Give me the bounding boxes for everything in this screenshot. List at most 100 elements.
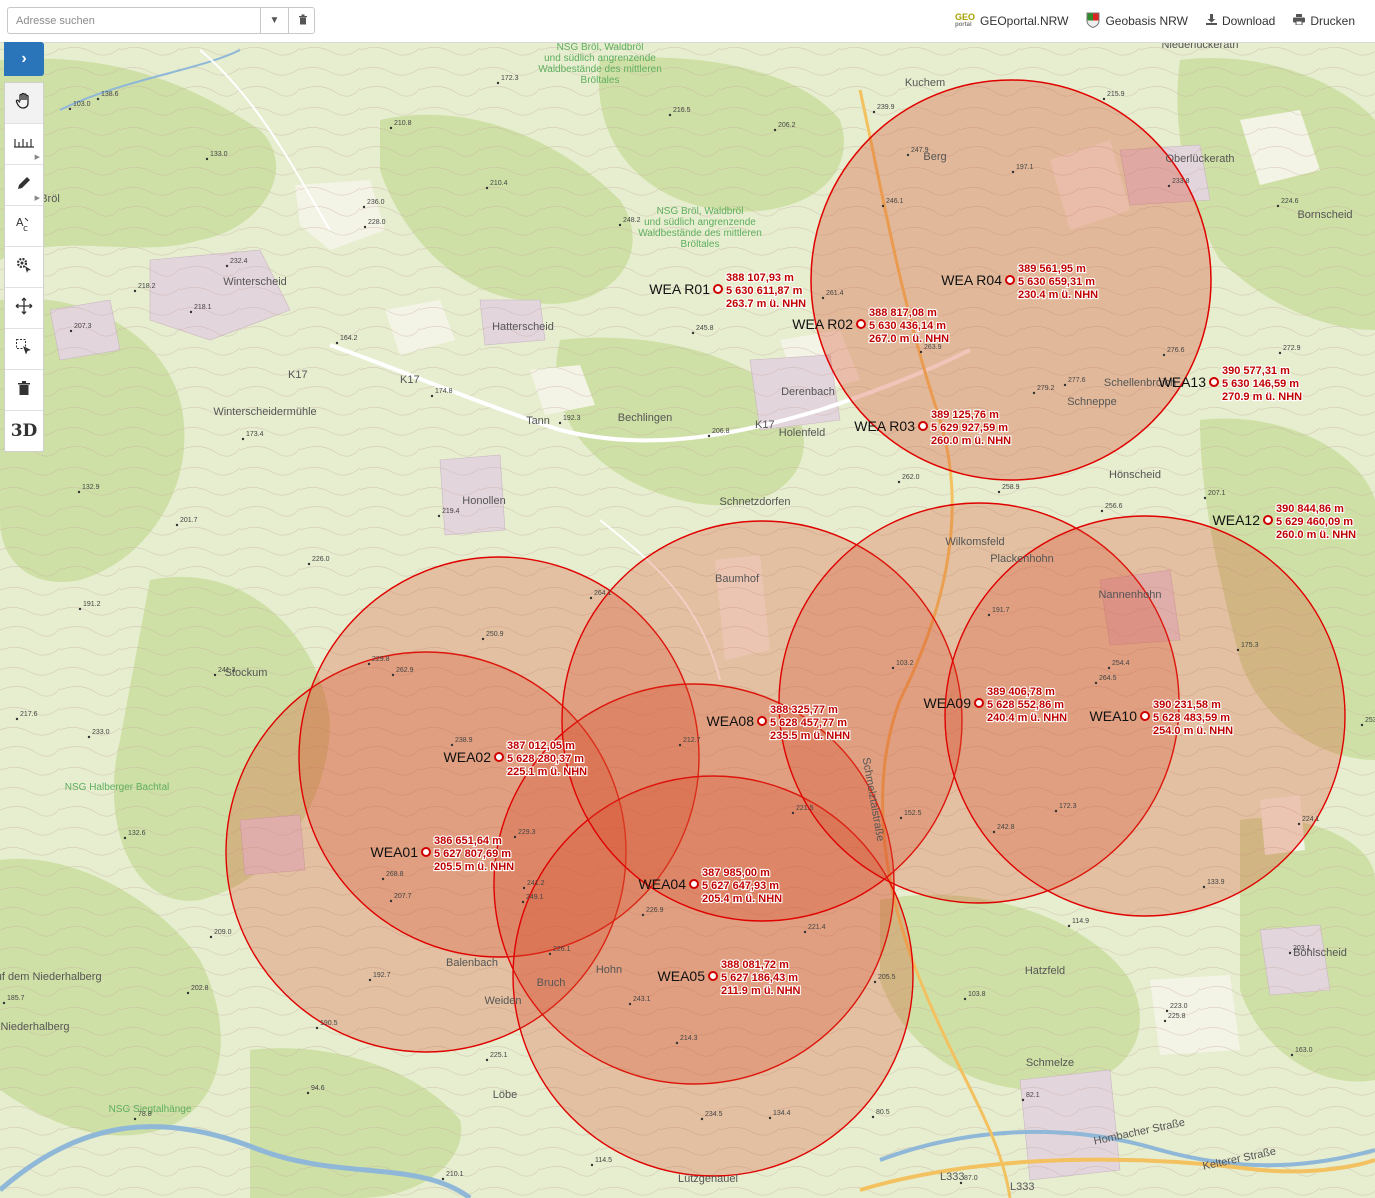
- turbine-marker-icon[interactable]: [1263, 515, 1273, 525]
- spot-height-label: 221.4: [808, 924, 826, 931]
- spot-height-dot: [997, 490, 1001, 494]
- place-label: Balenbach: [446, 957, 498, 969]
- geobasis-link-label: Geobasis NRW: [1105, 14, 1188, 28]
- place-label: Niederhalberg: [0, 1021, 69, 1033]
- pencil-icon: [16, 175, 32, 195]
- move-icon: [15, 297, 33, 319]
- road-number: K17: [400, 374, 420, 386]
- turbine-y-coord: 5 628 483,59 m: [1153, 712, 1230, 724]
- spot-height-label: 262.0: [902, 474, 920, 481]
- spot-height-label: 226.1: [553, 946, 571, 953]
- spot-height-dot: [1288, 951, 1292, 955]
- select-tool[interactable]: [5, 329, 43, 370]
- road-number: K17: [755, 419, 775, 431]
- settings-tool[interactable]: [5, 247, 43, 288]
- spot-height-dot: [391, 673, 395, 677]
- spot-height-label: 276.6: [1167, 347, 1185, 354]
- label-tool[interactable]: Ac: [5, 206, 43, 247]
- turbine-marker-icon[interactable]: [713, 284, 723, 294]
- map-canvas[interactable]: Winterscheid Hatterscheid Bechlingen Derenb…: [0, 42, 1375, 1198]
- spot-height-label: 253.1: [1365, 717, 1375, 724]
- place-label: Löbe: [493, 1089, 517, 1101]
- turbine-marker-icon[interactable]: [1140, 711, 1150, 721]
- turbine-marker-icon[interactable]: [918, 421, 928, 431]
- spot-height-label: 261.4: [826, 290, 844, 297]
- address-search-input[interactable]: [8, 8, 260, 33]
- spot-height-label: 207.3: [74, 323, 92, 330]
- expand-panel-button[interactable]: ›: [4, 42, 44, 76]
- place-label: Schnetzdorfen: [720, 496, 791, 508]
- spot-height-label: 226.9: [646, 907, 664, 914]
- print-link[interactable]: Drucken: [1293, 14, 1355, 28]
- turbine-name: WEA13: [1159, 374, 1207, 390]
- svg-text:c: c: [23, 224, 28, 233]
- turbine-marker-icon[interactable]: [689, 879, 699, 889]
- map-svg[interactable]: Winterscheid Hatterscheid Bechlingen Derenb…: [0, 42, 1375, 1198]
- spot-height-label: 221.5: [796, 805, 814, 812]
- 3d-tool[interactable]: 3D: [5, 411, 43, 451]
- spot-height-dot: [175, 523, 179, 527]
- spot-height-dot: [241, 437, 245, 441]
- spot-height-label: 224.1: [1302, 816, 1320, 823]
- spot-height-label: 206.8: [712, 428, 730, 435]
- spot-height-label: 175.3: [1241, 642, 1259, 649]
- spot-height-label: 207.7: [394, 893, 412, 900]
- turbine-marker-icon[interactable]: [1209, 377, 1219, 387]
- measure-tool[interactable]: ▶: [5, 124, 43, 165]
- spot-height-label: 174.8: [435, 388, 453, 395]
- spot-height-label: 191.7: [992, 607, 1010, 614]
- search-clear-button[interactable]: [288, 8, 316, 33]
- turbine-marker-icon[interactable]: [421, 847, 431, 857]
- spot-height-label: 103.8: [968, 991, 986, 998]
- place-label: Hatzfeld: [1025, 965, 1065, 977]
- spot-height-label: 197.1: [1016, 164, 1034, 171]
- spot-height-dot: [363, 225, 367, 229]
- spot-height-label: 277.6: [1068, 377, 1086, 384]
- download-link[interactable]: Download: [1205, 14, 1275, 28]
- spot-height-dot: [335, 341, 339, 345]
- geobasis-link[interactable]: Geobasis NRW: [1086, 12, 1188, 31]
- spot-height-label: 246.1: [886, 198, 904, 205]
- delete-tool[interactable]: [5, 370, 43, 411]
- spot-height-dot: [987, 613, 991, 617]
- search-dropdown-button[interactable]: ▼: [260, 8, 288, 33]
- spot-height-label: 80.5: [876, 1109, 890, 1116]
- turbine-marker-icon[interactable]: [856, 319, 866, 329]
- geoportal-link[interactable]: GEO portal GEOportal.NRW: [955, 13, 1068, 29]
- 3d-icon: 3D: [10, 421, 38, 441]
- turbine-height: 263.7 m ü. NHN: [726, 298, 806, 310]
- place-label: Hatterscheid: [492, 321, 554, 333]
- pan-tool[interactable]: [5, 83, 43, 124]
- spot-height-label: 133.0: [210, 151, 228, 158]
- spot-height-dot: [306, 1091, 310, 1095]
- spot-height-label: 212.7: [683, 737, 701, 744]
- draw-tool[interactable]: ▶: [5, 165, 43, 206]
- place-label: Derenbach: [781, 386, 835, 398]
- spot-height-dot: [589, 596, 593, 600]
- turbine-marker-icon[interactable]: [494, 752, 504, 762]
- spot-height-dot: [891, 666, 895, 670]
- spot-height-dot: [821, 296, 825, 300]
- place-label: Nannenhohn: [1098, 589, 1161, 601]
- spot-height-dot: [590, 1163, 594, 1167]
- spot-height-dot: [389, 126, 393, 130]
- spot-height-label: 210.4: [490, 180, 508, 187]
- place-label: Hönscheid: [1109, 469, 1161, 481]
- spot-height-label: 114.9: [1072, 918, 1089, 925]
- turbine-marker-icon[interactable]: [974, 698, 984, 708]
- spot-height-dot: [1165, 1009, 1169, 1013]
- turbine-marker-icon[interactable]: [1005, 275, 1015, 285]
- spot-height-dot: [78, 607, 82, 611]
- move-tool[interactable]: [5, 288, 43, 329]
- turbine-marker-icon[interactable]: [757, 716, 767, 726]
- spot-height-dot: [668, 113, 672, 117]
- road-number: K17: [288, 369, 308, 381]
- turbine-name: WEA R04: [941, 272, 1002, 288]
- spot-height-label: 78.8: [138, 1111, 152, 1118]
- turbine-marker-icon[interactable]: [708, 971, 718, 981]
- spot-height-dot: [77, 490, 81, 494]
- place-label: Winterscheidermühle: [213, 406, 316, 418]
- spot-height-label: 224.6: [1281, 198, 1299, 205]
- top-toolbar: ▼ GEOportal GEOportal.NRW Geobasis NRW D…: [0, 0, 1375, 43]
- spot-height-dot: [15, 717, 19, 721]
